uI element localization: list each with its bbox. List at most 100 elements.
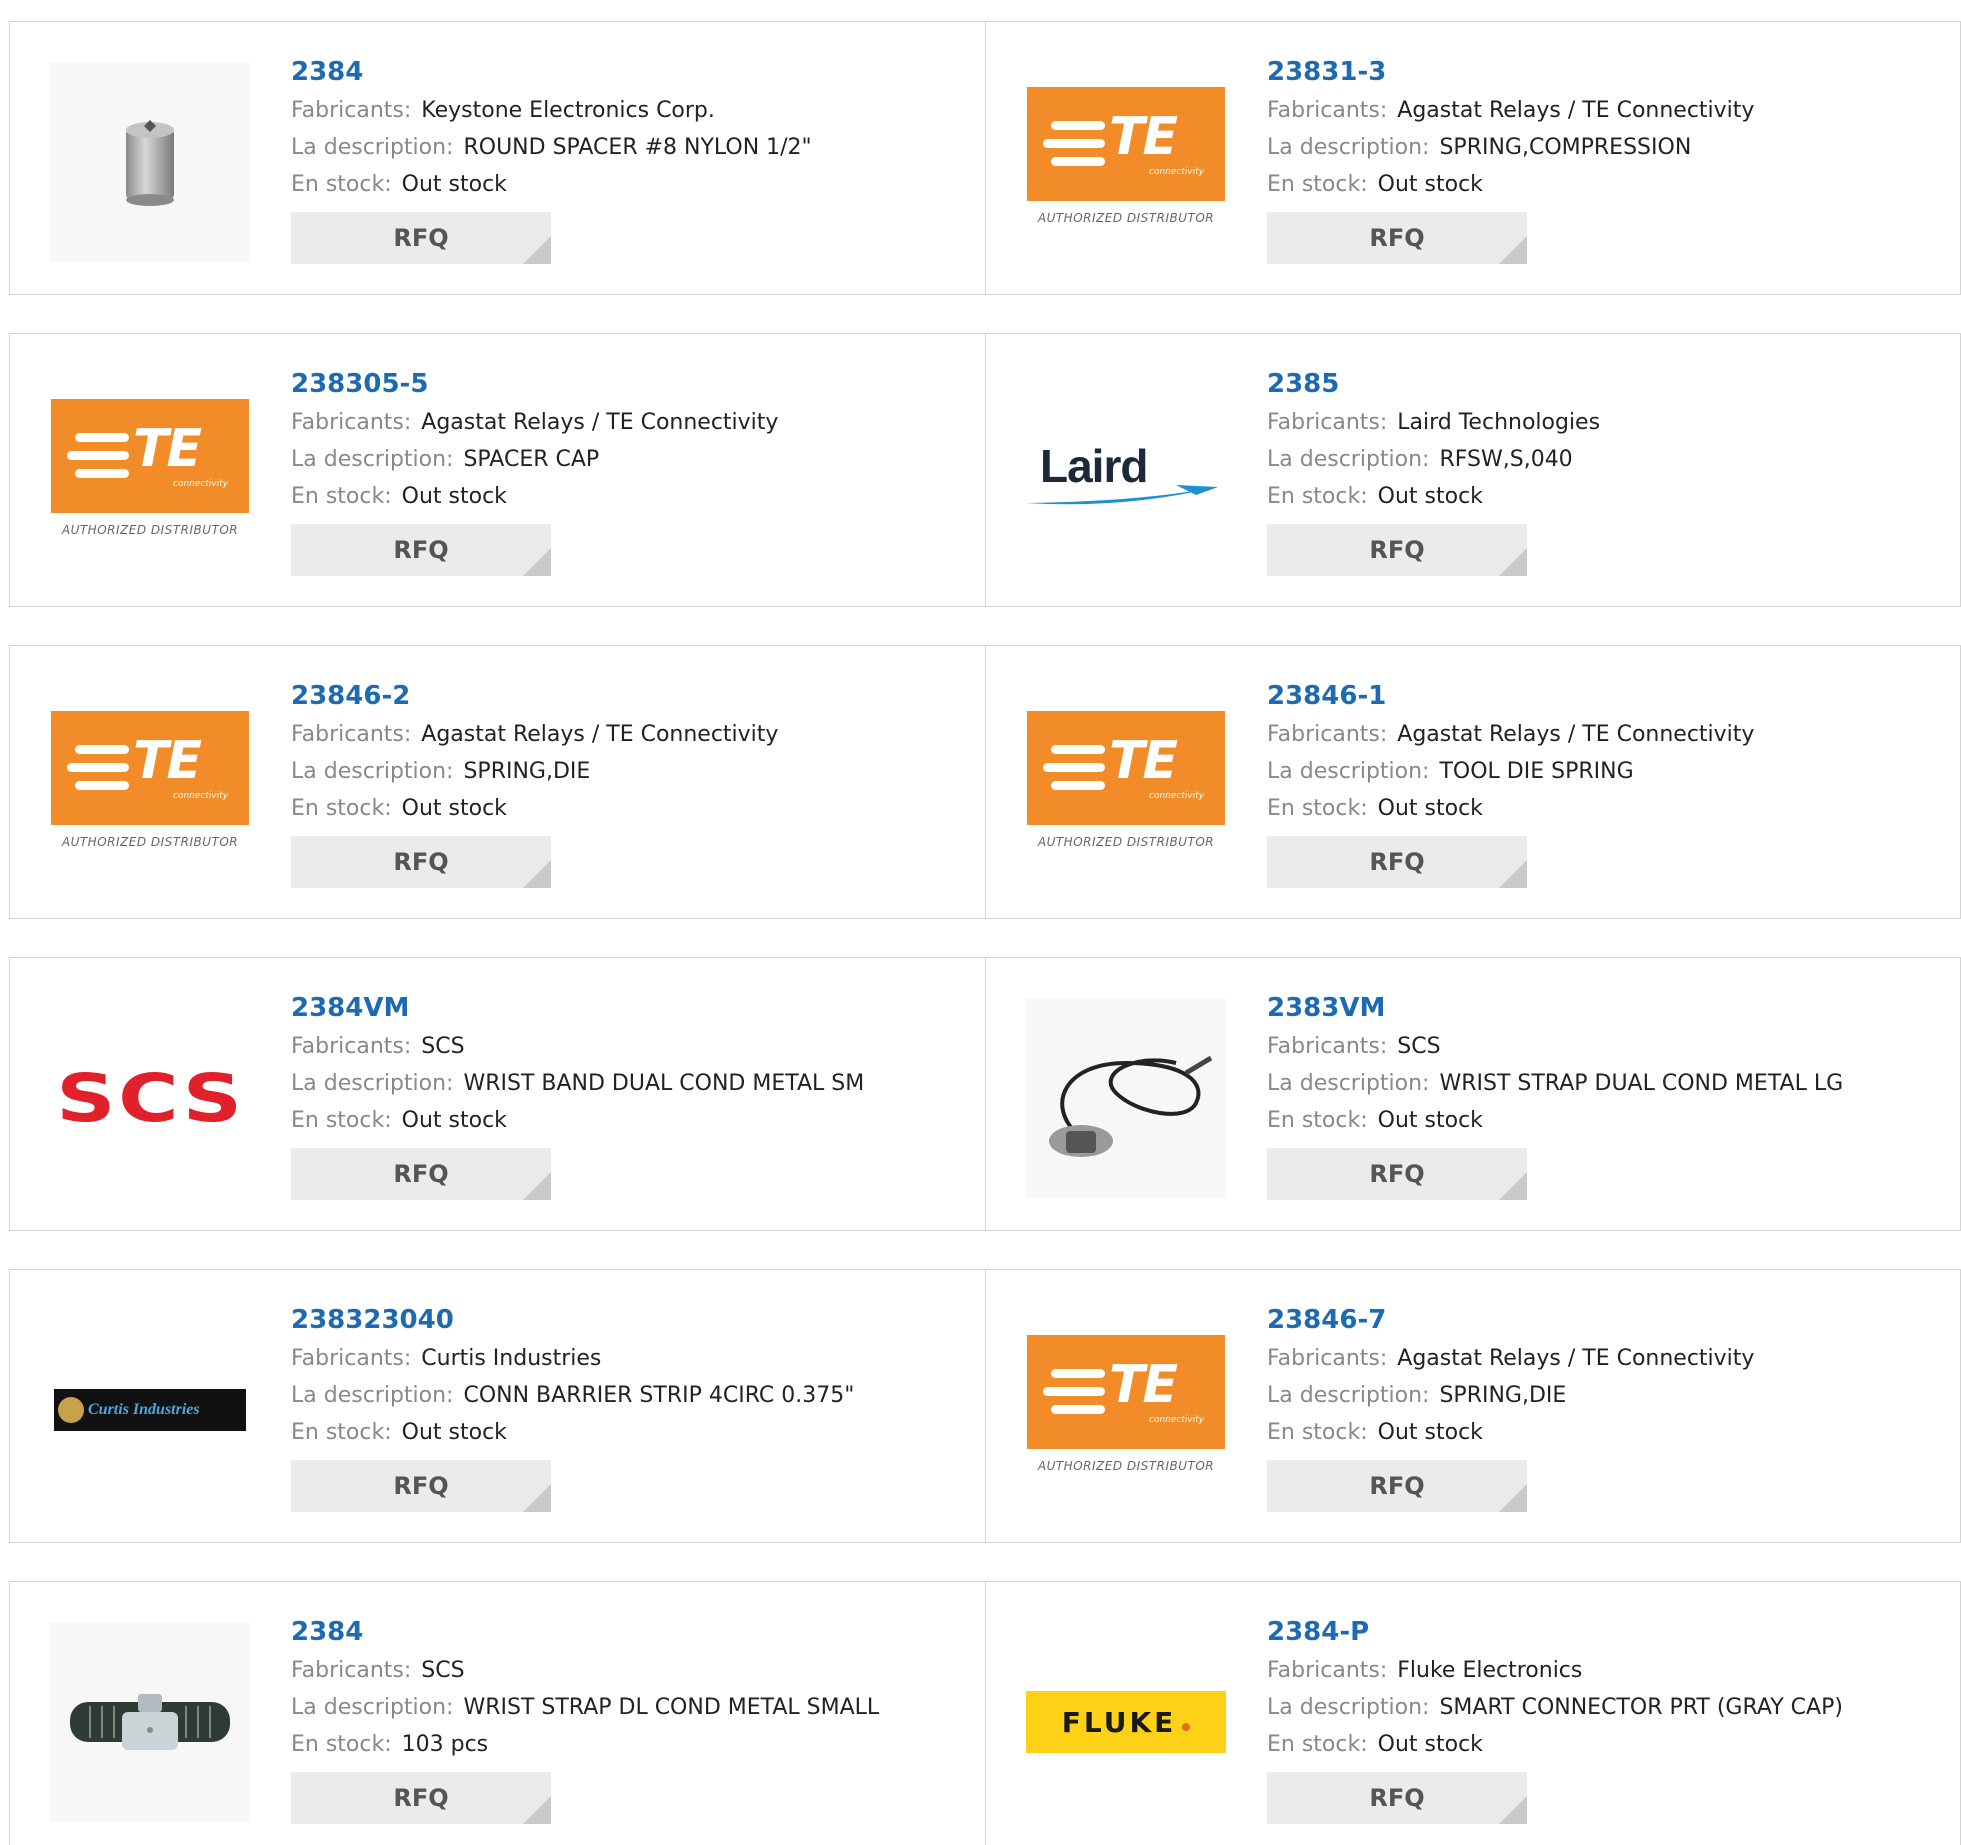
product-thumbnail[interactable]: TE connectivity AUTHORIZED DISTRIBUTOR [1026, 1310, 1226, 1510]
rfq-label: RFQ [1369, 536, 1425, 564]
rfq-button[interactable]: RFQ [1267, 212, 1527, 264]
rfq-button[interactable]: RFQ [291, 836, 551, 888]
product-info: 2384VM Fabricants: SCS La description: WRIST… [291, 988, 864, 1200]
product-card: TE connectivity AUTHORIZED DISTRIBUTOR 2384… [985, 646, 1960, 918]
product-thumbnail[interactable]: SCS [50, 998, 250, 1198]
part-number-link[interactable]: 2385 [1267, 364, 1600, 404]
corner-triangle-icon [1499, 1172, 1527, 1200]
part-number-link[interactable]: 238323040 [291, 1300, 854, 1340]
manufacturer-label: Fabricants: [1267, 1658, 1388, 1683]
product-card: TE connectivity AUTHORIZED DISTRIBUTOR 2383… [10, 334, 985, 606]
product-thumbnail[interactable]: TE connectivity AUTHORIZED DISTRIBUTOR [1026, 686, 1226, 886]
corner-triangle-icon [1499, 1796, 1527, 1824]
manufacturer-value: Fluke Electronics [1397, 1658, 1583, 1683]
stock-line: En stock: Out stock [1267, 1726, 1843, 1763]
description-line: La description: RFSW,S,040 [1267, 441, 1600, 478]
part-number-link[interactable]: 2384VM [291, 988, 864, 1028]
corner-triangle-icon [1499, 236, 1527, 264]
product-thumbnail[interactable] [1026, 998, 1226, 1198]
description-value: TOOL DIE SPRING [1439, 759, 1634, 784]
description-label: La description: [291, 1071, 454, 1096]
description-label: La description: [1267, 1695, 1430, 1720]
rfq-button[interactable]: RFQ [1267, 524, 1527, 576]
corner-triangle-icon [523, 1484, 551, 1512]
part-number-link[interactable]: 238305-5 [291, 364, 778, 404]
rfq-button[interactable]: RFQ [1267, 1460, 1527, 1512]
stock-value: Out stock [1377, 484, 1483, 509]
rfq-button[interactable]: RFQ [291, 212, 551, 264]
stock-value: Out stock [1377, 1732, 1483, 1757]
product-info: 2385 Fabricants: Laird Technologies La desc… [1267, 364, 1600, 576]
rfq-button[interactable]: RFQ [291, 524, 551, 576]
part-number-link[interactable]: 23831-3 [1267, 52, 1754, 92]
product-thumbnail[interactable]: Curtis Industries [50, 1310, 250, 1510]
corner-triangle-icon [1499, 860, 1527, 888]
rfq-label: RFQ [393, 224, 449, 252]
stock-label: En stock: [1267, 172, 1368, 197]
part-number-link[interactable]: 2383VM [1267, 988, 1843, 1028]
manufacturer-value: SCS [421, 1034, 465, 1059]
manufacturer-label: Fabricants: [1267, 722, 1388, 747]
stock-value: Out stock [401, 1420, 507, 1445]
stock-value: Out stock [1377, 1108, 1483, 1133]
product-thumbnail[interactable]: Laird [1026, 374, 1226, 574]
product-info: 23846-2 Fabricants: Agastat Relays / TE Co… [291, 676, 778, 888]
description-line: La description: SMART CONNECTOR PRT (GRAY… [1267, 1689, 1843, 1726]
part-number-link[interactable]: 23846-1 [1267, 676, 1754, 716]
manufacturer-label: Fabricants: [1267, 1346, 1388, 1371]
product-thumbnail[interactable]: TE connectivity AUTHORIZED DISTRIBUTOR [50, 374, 250, 574]
stock-label: En stock: [291, 1420, 392, 1445]
rfq-button[interactable]: RFQ [1267, 1148, 1527, 1200]
corner-triangle-icon [523, 860, 551, 888]
rfq-button[interactable]: RFQ [291, 1772, 551, 1824]
description-label: La description: [1267, 135, 1430, 160]
product-thumbnail[interactable] [50, 62, 250, 262]
spacer-product-image [50, 62, 250, 262]
description-value: SPRING,DIE [463, 759, 591, 784]
stock-line: En stock: Out stock [291, 790, 778, 827]
scs-logo: SCS [55, 1059, 245, 1137]
rfq-button[interactable]: RFQ [1267, 1772, 1527, 1824]
product-thumbnail[interactable] [50, 1622, 250, 1822]
stock-value: Out stock [401, 484, 507, 509]
product-thumbnail[interactable]: FLUKE [1026, 1622, 1226, 1822]
stock-value: Out stock [1377, 1420, 1483, 1445]
stock-label: En stock: [1267, 796, 1368, 821]
rfq-button[interactable]: RFQ [291, 1460, 551, 1512]
rfq-button[interactable]: RFQ [291, 1148, 551, 1200]
stock-line: En stock: Out stock [291, 1414, 854, 1451]
rfq-label: RFQ [1369, 1784, 1425, 1812]
part-number-link[interactable]: 2384 [291, 52, 812, 92]
corner-triangle-icon [523, 1796, 551, 1824]
description-label: La description: [1267, 1071, 1430, 1096]
product-info: 2383VM Fabricants: SCS La description: WRIST… [1267, 988, 1843, 1200]
product-row: 2384 Fabricants: Keystone Electronics Corp… [9, 21, 1961, 295]
rfq-button[interactable]: RFQ [1267, 836, 1527, 888]
manufacturer-value: Agastat Relays / TE Connectivity [1397, 722, 1755, 747]
product-card: 2383VM Fabricants: SCS La description: WRIST… [985, 958, 1960, 1230]
part-number-link[interactable]: 2384 [291, 1612, 879, 1652]
stock-label: En stock: [1267, 1732, 1368, 1757]
product-thumbnail[interactable]: TE connectivity AUTHORIZED DISTRIBUTOR [1026, 62, 1226, 262]
fluke-logo: FLUKE [1026, 1691, 1226, 1753]
product-grid: 2384 Fabricants: Keystone Electronics Corp… [9, 21, 1961, 1845]
product-info: 2384-P Fabricants: Fluke Electronics La des… [1267, 1612, 1843, 1824]
part-number-link[interactable]: 2384-P [1267, 1612, 1843, 1652]
description-line: La description: ROUND SPACER #8 NYLON 1/2… [291, 129, 812, 166]
rfq-label: RFQ [393, 1160, 449, 1188]
stock-line: En stock: Out stock [291, 1102, 864, 1139]
te-connectivity-logo: TE connectivity AUTHORIZED DISTRIBUTOR [1026, 711, 1226, 861]
stock-label: En stock: [291, 484, 392, 509]
description-line: La description: CONN BARRIER STRIP 4CIRC … [291, 1377, 854, 1414]
te-connectivity-logo: TE connectivity AUTHORIZED DISTRIBUTOR [1026, 87, 1226, 237]
product-row: TE connectivity AUTHORIZED DISTRIBUTOR 2384… [9, 645, 1961, 919]
product-info: 238323040 Fabricants: Curtis Industries La … [291, 1300, 854, 1512]
stock-line: En stock: Out stock [1267, 166, 1754, 203]
manufacturer-label: Fabricants: [291, 1034, 412, 1059]
stock-value: Out stock [1377, 796, 1483, 821]
part-number-link[interactable]: 23846-7 [1267, 1300, 1754, 1340]
part-number-link[interactable]: 23846-2 [291, 676, 778, 716]
product-row: SCS 2384VM Fabricants: SCS La description: WR… [9, 957, 1961, 1231]
product-thumbnail[interactable]: TE connectivity AUTHORIZED DISTRIBUTOR [50, 686, 250, 886]
stock-value: Out stock [401, 1108, 507, 1133]
